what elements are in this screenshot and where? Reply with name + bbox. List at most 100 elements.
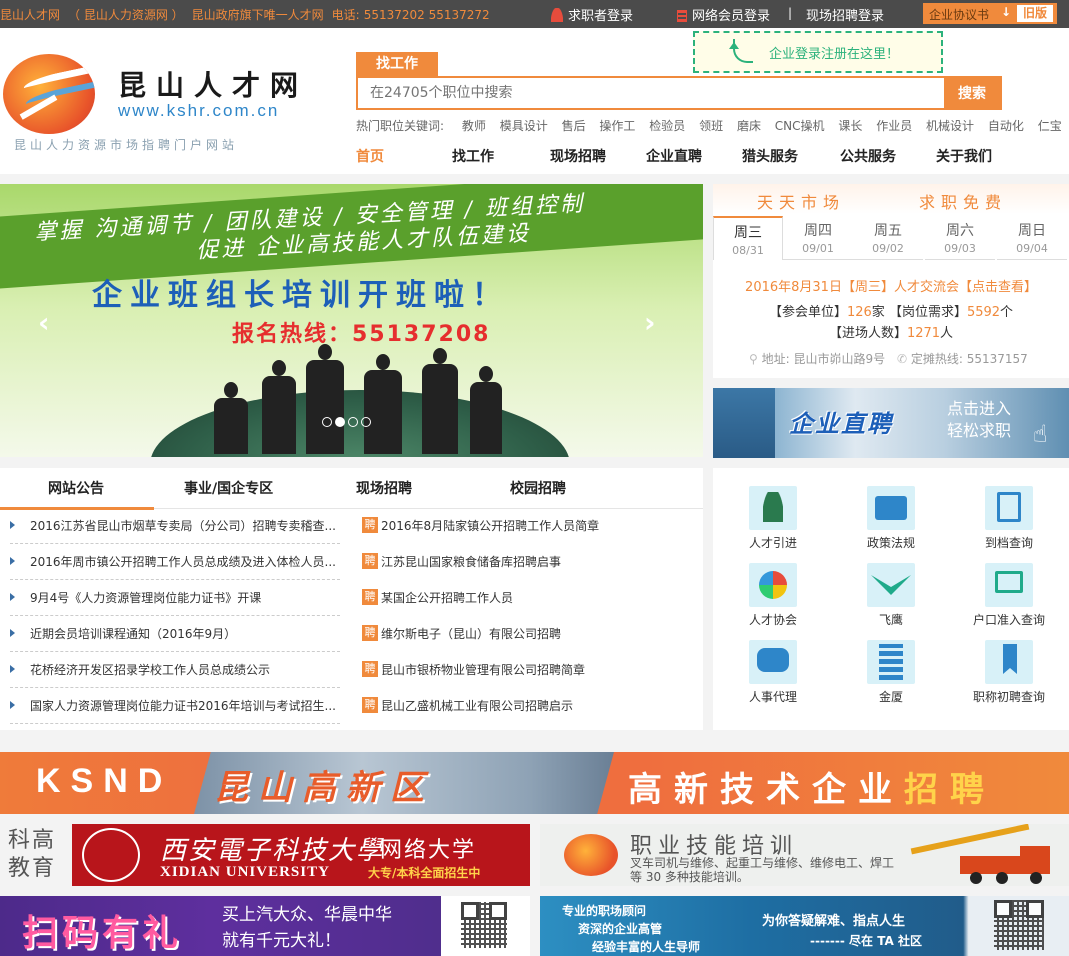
qr-code-icon[interactable] (994, 900, 1044, 950)
hot-keyword[interactable]: 领班 (699, 119, 723, 133)
hot-keyword[interactable]: 机械设计 (926, 119, 974, 133)
tab-public-sector[interactable]: 事业/国企专区 (184, 478, 273, 498)
service-talent-intro[interactable]: 人才引进 (723, 468, 823, 550)
hot-keyword[interactable]: 自动化 (988, 119, 1024, 133)
hot-keyword[interactable]: 教师 (462, 119, 486, 133)
day-tab-wed[interactable]: 周三 08/31 (713, 216, 783, 260)
person-silhouette (214, 382, 248, 454)
pointer-hand-icon: ☝ (1033, 420, 1048, 448)
nav-headhunter[interactable]: 猎头服务 (742, 146, 798, 166)
recruit-item[interactable]: 聘昆山乙盛机械工业有限公司招聘启示 (360, 688, 692, 724)
nav-onsite-recruit[interactable]: 现场招聘 (550, 146, 606, 166)
service-hr-agency[interactable]: 人事代理 (723, 622, 823, 704)
market-event-link[interactable]: 2016年8月31日【周三】人才交流会【点击查看】 (713, 276, 1069, 295)
qr-code-icon[interactable] (461, 902, 507, 948)
hot-keyword[interactable]: 操作工 (599, 119, 635, 133)
ksnd-banner-ad[interactable]: KSND 昆山高新区 高新技术企业招聘 (0, 752, 1069, 814)
market-header: 天天市场 求职免费 (713, 184, 1069, 214)
recruit-badge: 聘 (362, 625, 378, 641)
hot-keyword[interactable]: CNC操机 (775, 119, 825, 133)
bullet-icon (10, 629, 15, 637)
tab-onsite-recruit[interactable]: 现场招聘 (356, 478, 412, 498)
carousel-dot-active[interactable] (335, 417, 345, 427)
service-hukou-query[interactable]: 户口准入查询 (959, 545, 1059, 627)
curl-arrow-icon (729, 39, 753, 63)
nav-public-service[interactable]: 公共服务 (840, 146, 896, 166)
carousel-dot[interactable] (361, 417, 371, 427)
old-version-button[interactable]: 旧版 (1017, 5, 1053, 22)
recruit-item[interactable]: 聘昆山市银桥物业管理有限公司招聘简章 (360, 652, 692, 688)
kegao-education-label: 科高教育 (0, 824, 72, 886)
service-eagle[interactable]: 飞鹰 (841, 545, 941, 627)
service-title-query[interactable]: 职称初聘查询 (959, 622, 1059, 704)
nav-direct-hire[interactable]: 企业直聘 (646, 146, 702, 166)
agreement-download-button[interactable]: 企业协议书 ↓ 旧版 (923, 3, 1057, 24)
search-input[interactable] (358, 78, 944, 108)
site-header: 昆山人才网 www.kshr.com.cn 昆山人力资源市场指聘门户网站 企业登… (0, 28, 1069, 174)
search-button[interactable]: 搜索 (944, 78, 1000, 108)
notice-item[interactable]: 2016江苏省昆山市烟草专卖局（分公司）招聘专卖稽查... (10, 508, 340, 544)
logo-icon[interactable] (3, 54, 95, 134)
carousel-dot[interactable] (348, 417, 358, 427)
day-tab-fri[interactable]: 周五 09/02 (853, 216, 923, 260)
notice-item[interactable]: 2016年周市镇公开招聘工作人员总成绩及进入体检人员... (10, 544, 340, 580)
nav-about-us[interactable]: 关于我们 (936, 146, 992, 166)
hot-keyword[interactable]: 检验员 (649, 119, 685, 133)
carousel-dots (322, 416, 374, 430)
hot-keyword[interactable]: 仁宝 (1038, 119, 1062, 133)
career-advisor-ad[interactable]: 专业的职场顾问 资深的企业高管 经验丰富的人生导师 为你答疑解难、指点人生 --… (540, 896, 1069, 956)
xidian-university-ad[interactable]: 科高教育 西安電子科技大學 XIDIAN UNIVERSITY 网络大学 大专/… (0, 824, 530, 886)
service-talent-assoc[interactable]: 人才协会 (723, 545, 823, 627)
seeker-login-link[interactable]: 求职者登录 (551, 5, 633, 24)
person-silhouette (306, 344, 344, 454)
day-tab-sat[interactable]: 周六 09/03 (925, 216, 995, 260)
recruit-item[interactable]: 聘江苏昆山国家粮食储备库招聘启事 (360, 544, 692, 580)
search-tab-find-job[interactable]: 找工作 (356, 52, 438, 76)
tab-site-notice[interactable]: 网站公告 (48, 478, 104, 498)
monitor-icon (985, 563, 1033, 607)
recruit-item[interactable]: 聘某国企公开招聘工作人员 (360, 580, 692, 616)
bullet-icon (10, 701, 15, 709)
people-colorful-icon (749, 563, 797, 607)
hot-keyword[interactable]: 模具设计 (500, 119, 548, 133)
top-bar-info: 昆山人才网 （ 昆山人力资源网 ） 昆山政府旗下唯一人才网 电话: 55137202 5… (0, 6, 498, 23)
company-login-hint[interactable]: 企业登录注册在这里！ (693, 31, 943, 73)
notice-item[interactable]: 9月4号《人力资源管理岗位能力证书》开课 (10, 580, 340, 616)
service-policy[interactable]: 政策法规 (841, 468, 941, 550)
recruit-badge: 聘 (362, 517, 378, 533)
tab-campus-recruit[interactable]: 校园招聘 (510, 478, 566, 498)
logo-slogan: 昆山人力资源市场指聘门户网站 (14, 138, 239, 152)
notice-item[interactable]: 国家人力资源管理岗位能力证书2016年培训与考试招生... (10, 688, 340, 724)
scan-gift-ad[interactable]: 扫码有礼 买上汽大众、华晨中华 就有千元大礼！ (0, 896, 530, 956)
day-tab-thu[interactable]: 周四 09/01 (783, 216, 853, 260)
direct-hire-ad[interactable]: 企业直聘 点击进入 轻松求职 ☝ (713, 388, 1069, 458)
service-archive-query[interactable]: 到档查询 (959, 468, 1059, 550)
recruit-item[interactable]: 聘 2016年8月陆家镇公开招聘工作人员简章 (360, 508, 692, 544)
carousel-dot[interactable] (322, 417, 332, 427)
banner-prev-button[interactable]: ‹ (38, 306, 50, 339)
market-address: ⚲ 地址: 昆山市峁山路9号 ✆ 定摊热线: 55137157 (749, 352, 1028, 366)
onsite-login-link[interactable]: 现场招聘登录 (806, 5, 884, 24)
recruit-badge: 聘 (362, 553, 378, 569)
notice-item[interactable]: 近期会员培训课程通知（2016年9月） (10, 616, 340, 652)
hot-keyword[interactable]: 课长 (838, 119, 862, 133)
service-jinxia[interactable]: 金厦 (841, 622, 941, 704)
hot-keyword[interactable]: 售后 (562, 119, 586, 133)
skill-training-ad[interactable]: 职业技能培训 叉车司机与维修、起重工与维修、维修电工、焊工等 30 多种技能培训… (540, 824, 1069, 886)
hot-keyword[interactable]: 作业员 (876, 119, 912, 133)
day-tab-sun[interactable]: 周日 09/04 (997, 216, 1067, 260)
hot-keywords: 热门职位关键词: 教师 模具设计 售后 操作工 检验员 领班 磨床 CNC操机 … (356, 117, 1062, 134)
logo-title[interactable]: 昆山人才网 (118, 64, 308, 104)
hr-site-link[interactable]: （ 昆山人力资源网 ） (68, 8, 184, 22)
notice-item[interactable]: 花桥经济开发区招录学校工作人员总成绩公示 (10, 652, 340, 688)
hot-keywords-label: 热门职位关键词: (356, 119, 445, 133)
site-name-link[interactable]: 昆山人才网 (0, 8, 60, 22)
bookmark-search-icon (985, 640, 1033, 684)
banner-next-button[interactable]: › (644, 306, 656, 339)
bullet-icon (10, 521, 15, 529)
hot-keyword[interactable]: 磨床 (737, 119, 761, 133)
nav-home[interactable]: 首页 (356, 146, 384, 166)
nav-find-job[interactable]: 找工作 (452, 146, 494, 166)
member-login-link[interactable]: 网络会员登录 (677, 5, 770, 24)
recruit-item[interactable]: 聘维尔斯电子（昆山）有限公司招聘 (360, 616, 692, 652)
